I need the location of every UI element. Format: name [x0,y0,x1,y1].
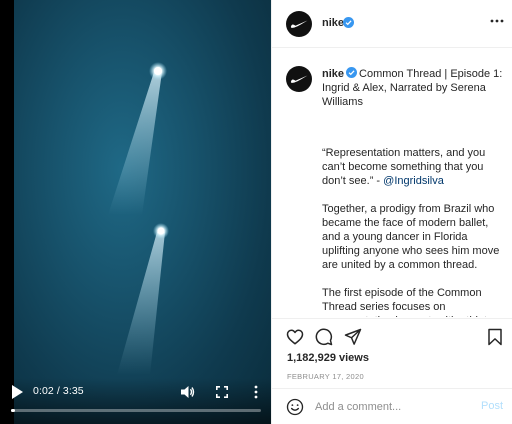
share-icon[interactable] [344,328,362,346]
volume-icon[interactable] [181,385,195,399]
comment-input[interactable] [315,399,465,415]
verified-badge-icon [346,67,358,78]
more-vertical-icon[interactable] [253,385,259,399]
more-horizontal-icon[interactable] [490,18,504,24]
verified-badge-icon [343,17,354,28]
avatar[interactable] [286,11,312,37]
comment-icon[interactable] [315,328,333,346]
caption-paragraph: Together, a prodigy from Brazil who beca… [322,203,500,271]
view-count[interactable]: 1,182,929 views [287,352,369,364]
post-panel: nike nike Common Thread | Episode 1: Ingr… [271,0,512,424]
video-progress-fill [11,409,15,412]
heart-icon[interactable] [286,328,304,346]
emoji-icon[interactable] [286,398,304,416]
fullscreen-icon[interactable] [216,386,228,398]
comment-bar: Post [272,388,512,424]
spotlight-top [108,62,169,375]
bookmark-icon[interactable] [486,328,504,346]
mention-link[interactable]: @Ingridsilva [383,175,444,187]
post-date: FEBRUARY 17, 2020 [287,372,364,381]
post-button[interactable]: Post [481,400,503,412]
nike-swoosh-logo [290,20,308,28]
caption-username[interactable]: nike [322,68,344,80]
caption-body: “Representation matters, and you can’t b… [322,146,508,317]
caption-paragraph: The first episode of the Common Thread s… [322,287,499,317]
play-icon[interactable] [11,385,23,399]
nike-swoosh-logo [290,75,308,83]
video-time: 0:02 / 3:35 [33,385,84,397]
caption-section: nike Common Thread | Episode 1: Ingrid & … [272,49,512,317]
header-username[interactable]: nike [322,17,344,29]
video-player[interactable]: 0:02 / 3:35 [0,0,271,424]
video-controls: 0:02 / 3:35 [0,378,271,424]
caption-header: nike Common Thread | Episode 1: Ingrid & … [322,67,506,109]
video-progress-bar[interactable] [11,409,261,412]
caption-avatar[interactable] [286,66,312,92]
post-actions: 1,182,929 views [272,318,512,366]
post-header: nike [272,0,512,48]
